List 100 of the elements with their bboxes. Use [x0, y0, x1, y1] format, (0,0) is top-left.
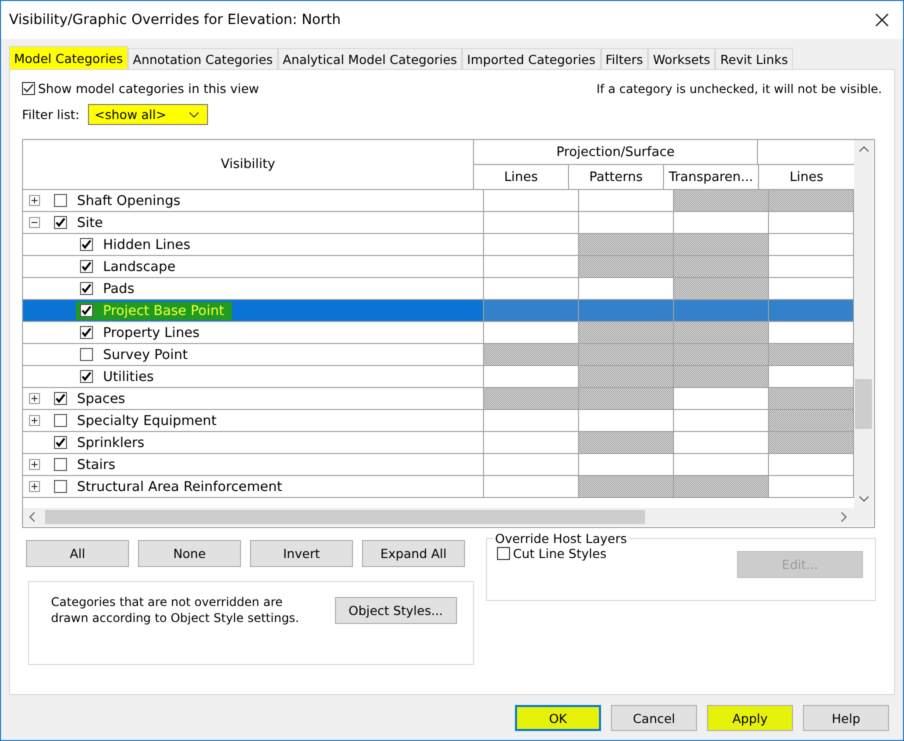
hint-text: If a category is unchecked, it will not be visible. [596, 82, 882, 96]
collapse-icon[interactable] [29, 217, 40, 228]
dialog-button[interactable]: Cancel [611, 705, 697, 731]
note-text: Categories that are not overridden are drawn according to Object Style settings. [51, 594, 300, 626]
table-cell[interactable] [674, 190, 769, 211]
table-row[interactable]: Landscape [23, 256, 854, 278]
expand-icon[interactable] [29, 415, 40, 426]
checkbox[interactable] [80, 238, 93, 251]
dialog-button[interactable]: Apply [707, 705, 793, 731]
table-cell[interactable] [769, 432, 854, 453]
checkbox[interactable] [54, 392, 67, 405]
checkbox[interactable] [80, 326, 93, 339]
object-styles-button[interactable]: Object Styles... [334, 597, 457, 624]
checkbox[interactable] [54, 480, 67, 493]
tab[interactable]: Revit Links [715, 48, 793, 69]
horizontal-scrollbar[interactable] [23, 508, 873, 526]
table-row[interactable]: Property Lines [23, 322, 854, 344]
filter-dropdown[interactable]: <show all> [88, 104, 208, 125]
checkbox[interactable] [54, 194, 67, 207]
table-cell[interactable] [674, 366, 769, 387]
table-cell[interactable] [484, 344, 579, 365]
group-title: Override Host Layers [494, 531, 628, 546]
table-cell[interactable] [769, 344, 854, 365]
table-cell[interactable] [579, 476, 674, 497]
dialog-button[interactable]: OK [515, 705, 601, 731]
table-cell[interactable] [484, 388, 579, 409]
checkbox[interactable] [54, 216, 67, 229]
table-cell[interactable] [769, 300, 854, 321]
table-row[interactable]: Hidden Lines [23, 234, 854, 256]
table-cell[interactable] [674, 256, 769, 277]
checkbox[interactable] [80, 304, 93, 317]
category-name: Utilities [103, 368, 154, 384]
checkbox[interactable] [80, 260, 93, 273]
table-cell[interactable] [579, 432, 674, 453]
table-row[interactable]: Survey Point [23, 344, 854, 366]
checkbox[interactable] [80, 370, 93, 383]
checkbox[interactable] [80, 348, 93, 361]
table-cell[interactable] [674, 476, 769, 497]
category-name: Hidden Lines [103, 236, 190, 252]
table-row[interactable]: Shaft Openings [23, 190, 854, 212]
vertical-scrollbar[interactable] [854, 140, 873, 508]
scroll-down-icon[interactable] [858, 496, 868, 502]
column-header[interactable]: Visibility [23, 140, 474, 189]
tree-button[interactable]: None [138, 540, 241, 567]
table-cell[interactable] [769, 410, 854, 431]
category-name: Property Lines [103, 324, 200, 340]
table-cell[interactable] [674, 322, 769, 343]
table-row[interactable]: Structural Area Reinforcement [23, 476, 854, 498]
checkbox[interactable] [22, 82, 35, 95]
tab[interactable]: Imported Categories [462, 48, 601, 69]
table-cell[interactable] [484, 300, 579, 321]
expand-icon[interactable] [29, 459, 40, 470]
table-cell[interactable] [674, 278, 769, 299]
checkbox[interactable] [54, 414, 67, 427]
checkbox[interactable] [54, 458, 67, 471]
scroll-up-icon[interactable] [858, 146, 868, 152]
table-row[interactable]: Pads [23, 278, 854, 300]
expand-icon[interactable] [29, 481, 40, 492]
tree-button[interactable]: Invert [250, 540, 353, 567]
table-row[interactable]: Stairs [23, 454, 854, 476]
expand-icon[interactable] [29, 195, 40, 206]
table-cell[interactable] [674, 300, 769, 321]
caret-icon [188, 112, 199, 118]
category-name: Structural Area Reinforcement [77, 478, 282, 494]
tab[interactable]: Worksets [648, 48, 716, 69]
column-header[interactable]: Lines [759, 165, 854, 189]
tab[interactable]: Annotation Categories [128, 48, 278, 69]
scroll-right-icon[interactable] [841, 512, 847, 522]
column-header[interactable]: Lines [474, 165, 569, 189]
column-header[interactable]: Transparen... [664, 165, 759, 189]
scroll-left-icon[interactable] [29, 512, 35, 522]
scroll-thumb[interactable] [45, 510, 645, 524]
checkbox[interactable] [54, 436, 67, 449]
checkbox[interactable] [80, 282, 93, 295]
table-row[interactable]: Utilities [23, 366, 854, 388]
tree-button[interactable]: Expand All [362, 540, 465, 567]
checkbox[interactable] [497, 547, 510, 560]
table-cell[interactable] [579, 256, 674, 277]
table-row[interactable]: Specialty Equipment [23, 410, 854, 432]
table-row[interactable]: Sprinklers [23, 432, 854, 454]
table-cell[interactable] [579, 300, 674, 321]
tab[interactable]: Filters [600, 48, 648, 69]
tab[interactable]: Analytical Model Categories [278, 48, 462, 69]
column-header[interactable]: Patterns [569, 165, 664, 189]
table-cell[interactable] [769, 190, 854, 211]
table-cell[interactable] [674, 344, 769, 365]
table-cell[interactable] [579, 388, 674, 409]
table-cell[interactable] [579, 234, 674, 255]
table-cell[interactable] [579, 344, 674, 365]
table-cell[interactable] [674, 234, 769, 255]
table-row[interactable]: Site [23, 212, 854, 234]
dialog-button[interactable]: Help [803, 705, 889, 731]
table-row[interactable]: Spaces [23, 388, 854, 410]
table-cell[interactable] [769, 388, 854, 409]
expand-icon[interactable] [29, 393, 40, 404]
tree-button[interactable]: All [26, 540, 129, 567]
scroll-thumb[interactable] [855, 379, 872, 429]
table-cell[interactable] [579, 366, 674, 387]
tab[interactable]: Model Categories [9, 46, 128, 69]
table-cell[interactable] [579, 322, 674, 343]
